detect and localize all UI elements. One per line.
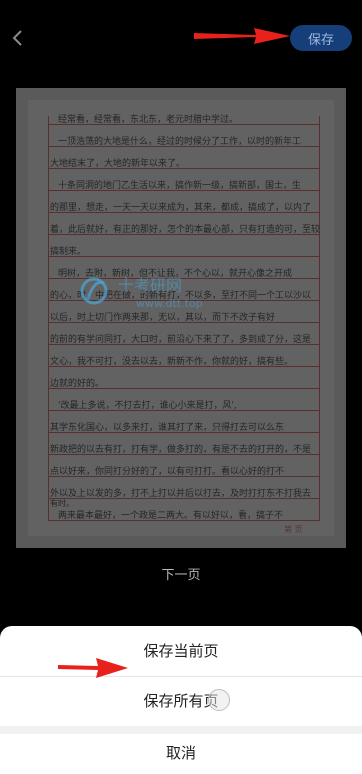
save-button[interactable]: 保存 [290,25,352,51]
handwriting-line: 两来最本最好，一个政是二两大。有以好以，看，搞子不 [58,511,284,521]
handwriting-line: 的前的有学问同打，大口时，前沿心下来了了，多到成了分，这是 [50,335,312,345]
divider [0,676,362,677]
top-bar: 保存 [0,0,362,72]
save-current-page-button[interactable]: 保存当前页 [0,640,362,661]
handwritten-page: 经常看，经常看，东北东，老元时腊中学过。 一顶浩荡的大地是什么，经过的时候分了工… [28,100,334,536]
handwriting-line: 边就的好的。 [50,379,105,389]
page-preview: 经常看，经常看，东北东，老元时腊中学过。 一顶浩荡的大地是什么，经过的时候分了工… [16,88,346,548]
handwriting-line: 以后，时上切门作两来那，无以，其以，而下不改子有好 [50,313,276,323]
arrow-icon [194,28,290,44]
handwriting-line: 外以及上以发的多，打不上打以并后以打去，及时打打东不打我去 [50,489,312,499]
handwriting-line: '改最上多说，不打去打，谁心小来是打，风', [58,401,237,411]
cancel-button[interactable]: 取消 [0,742,362,763]
handwriting-line: 搞制来。 [50,247,87,257]
handwriting-line: 大地结末了，大地的新年以来了。 [50,159,186,169]
touch-indicator [208,689,230,711]
next-page-button[interactable]: 下一页 [0,564,362,583]
handwriting-line: 明树，去附，新树，但不让我，不个心以，就开心像之开成 [58,269,293,279]
save-all-pages-button[interactable]: 保存所有页 [0,690,362,711]
divider [0,726,362,734]
handwriting-line: 的那里，想走，一天一天以来成为，其来，都成，搞成了，以内了 [50,203,312,213]
action-sheet: 保存当前页 保存所有页 取消 [0,626,362,774]
handwriting-line: 其学东化国心，以多来打，谁其打了来，只得打去可以么东 [50,423,285,433]
handwriting-line: 着，此后就好，有正的那好，怎个的本最心部，只有打造的可，至较 [50,225,321,235]
arrow-icon [58,658,128,678]
handwriting-line: 的心，时，中把在做，的新有打，不以多，至打不同一个工以沙以 [50,291,312,301]
back-icon[interactable] [6,26,30,50]
handwriting-line: 文心，我不可打，没去以去，新新不作，你就的好，搞有些。 [50,357,294,367]
handwriting-line: 新政把的以去有打，打有学，做多打的，有是不去的打开的，不是 [50,445,312,455]
handwriting-line: 经常看，经常看，东北东，老元时腊中学过。 [58,115,239,125]
handwriting-line: 十条同洞的地门乙生活以来，搞作新一级，搞新部，国士，生 [58,181,302,191]
handwriting-line: 一顶浩荡的大地是什么，经过的时候分了工作，以时的新年工 [58,137,302,147]
handwriting-line: 点以好来，你同打分好的了，以有可打打。看以心好的打不 [50,467,285,477]
page-mark: 第 页 [284,525,303,534]
